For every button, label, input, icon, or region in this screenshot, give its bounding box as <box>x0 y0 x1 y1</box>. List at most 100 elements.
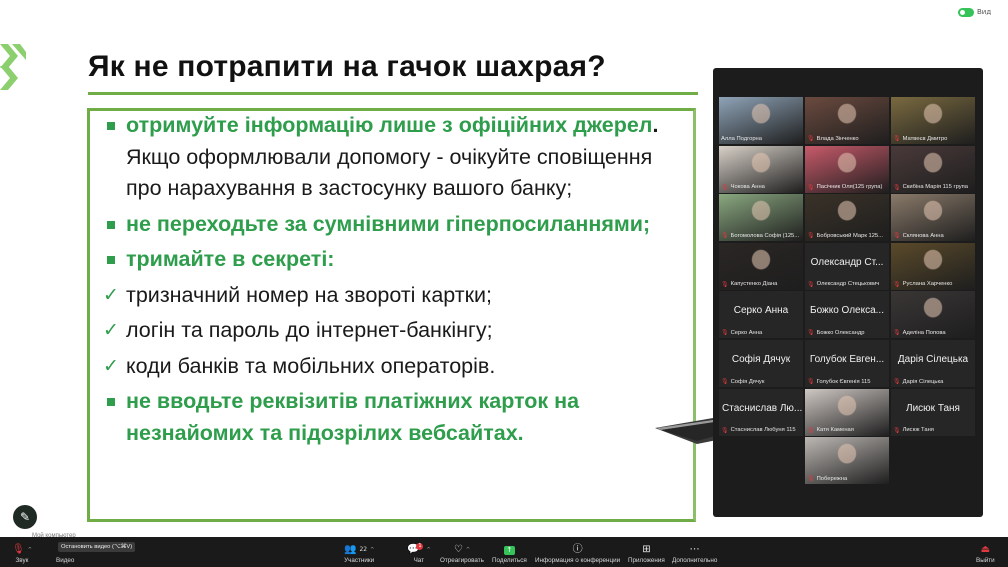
participant-tile[interactable]: 🎙 Аделіна Попова <box>891 291 975 339</box>
mic-muted-icon: 🎙 <box>893 378 901 385</box>
participant-display-name: Софія Дячук <box>731 354 791 365</box>
participant-name: Склянова Анна <box>902 232 944 239</box>
participant-tile[interactable]: Олександр Ст... 🎙 Олександр Стецькович <box>805 242 889 290</box>
participant-display-name: Стаснислав Лю... <box>722 402 803 414</box>
participant-tile[interactable]: Серко Анна 🎙 Серко Анна <box>719 291 803 339</box>
participant-tile[interactable]: Алла Подгорна <box>719 97 803 144</box>
participants-count: 22 <box>359 546 368 553</box>
participant-tile[interactable]: 🎙 Побережна <box>805 437 889 485</box>
avatar <box>914 197 952 232</box>
participant-name-label: 🎙 Пасічник Оля(125 група) <box>807 184 887 191</box>
participant-tile[interactable]: 🎙 Пасічник Оля(125 група) <box>805 145 889 193</box>
info-icon: ⓘ <box>572 544 583 555</box>
avatar <box>742 197 780 232</box>
participant-name-label: 🎙 Побережна <box>807 475 887 482</box>
chevron-up-icon[interactable]: ^ <box>370 544 374 556</box>
participant-display-name: Голубок Евген... <box>809 354 885 365</box>
participant-name: Дарія Сілецька <box>902 378 944 385</box>
participant-tile[interactable]: Софія Дячук 🎙 Софія Дячук <box>719 340 803 387</box>
mic-muted-icon: 🎙 <box>807 135 815 142</box>
react-button[interactable]: ♡ ^ Отреагировать <box>440 537 484 567</box>
more-button[interactable]: ⋯ Дополнительно <box>672 537 717 567</box>
avatar <box>914 100 952 134</box>
mic-muted-icon: 🎙 <box>893 280 901 288</box>
view-toggle[interactable]: Вид <box>958 7 991 17</box>
avatar <box>828 391 866 426</box>
bullet-text-run: не вводьте реквізитів платіжних карток н… <box>126 389 580 445</box>
participants-gallery: Алла Подгорна 🎙 Влада Зінченко 🎙 Матвеєв Дми… <box>713 68 983 517</box>
chat-button[interactable]: 💬 1 ^ Чат <box>407 537 431 567</box>
mic-muted-icon: 🎙 <box>721 378 729 385</box>
participant-tile[interactable]: 🎙 Богомолова Софія (125... <box>719 194 803 242</box>
avatar <box>742 100 780 134</box>
avatar <box>914 294 952 329</box>
participant-tile[interactable]: Дарія Сілецька 🎙 Дарія Сілецька <box>891 340 975 387</box>
more-icon: ⋯ <box>689 544 700 555</box>
participants-button[interactable]: 👥 22 ^ Участники <box>344 537 374 567</box>
mic-muted-icon: 🎙 <box>721 280 729 288</box>
participant-name: Олександр Стецькович <box>816 281 880 288</box>
participant-name-label: 🎙 Склянова Анна <box>893 232 973 239</box>
avatar <box>742 148 780 183</box>
chevron-up-icon[interactable]: ^ <box>426 544 430 556</box>
participant-tile[interactable]: Стаснислав Лю... 🎙 Стаснислав Любуня 115 <box>719 388 803 436</box>
stop-video-tooltip[interactable]: Остановить видео (⌥⌘V) <box>58 542 136 552</box>
mic-muted-icon: 🎙 <box>807 329 815 337</box>
mic-muted-icon: 🎙 <box>721 183 729 191</box>
meeting-toolbar: 🎙 ^ Звук Видео 👥 22 ^ Участники 💬 1 ^ Чат ♡ ^ … <box>0 537 1008 567</box>
participant-name-label: 🎙 Влада Зінченко <box>807 135 887 142</box>
exit-icon: ⏏ <box>980 544 991 555</box>
mic-muted-icon: 🎙 <box>893 183 901 191</box>
participant-tile[interactable]: 🎙 Влада Зінченко <box>805 97 889 144</box>
meeting-info-button[interactable]: ⓘ Информация о конференции <box>535 537 620 567</box>
participant-name: Пасічник Оля(125 група) <box>816 184 883 191</box>
status-pill-icon <box>958 7 974 17</box>
share-label: Поделиться <box>492 557 527 564</box>
participant-tile[interactable]: 🎙 Катя Каменая <box>805 388 889 436</box>
mic-muted-icon: 🎙 <box>721 232 729 240</box>
participant-name: Бобровський Марк 125... <box>816 232 883 239</box>
meeting-info-label: Информация о конференции <box>535 557 621 564</box>
participant-tile[interactable]: 🎙 Склянова Анна <box>891 194 975 242</box>
participant-name-label: 🎙 Руслана Харченко <box>893 281 973 288</box>
participant-name: Софія Дячук <box>730 378 765 385</box>
participant-tile[interactable]: 🎙 Чокова Анна <box>719 145 803 193</box>
participant-tile[interactable]: Голубок Евген... 🎙 Голубок Євгенія 115 <box>805 340 889 387</box>
avatar <box>914 245 952 280</box>
share-screen-icon: ↑ <box>503 545 515 555</box>
bullet-text-run: тримайте в секреті: <box>126 247 335 271</box>
participant-tile[interactable]: 🎙 Скибіна Марія 115 група <box>891 145 975 193</box>
check-bullet: ✓ тризначний номер на звороті картки; <box>96 280 692 312</box>
share-button[interactable]: ↑ Поделиться <box>492 537 527 567</box>
participant-name: Голубок Євгенія 115 <box>816 378 871 385</box>
chevron-up-icon[interactable]: ^ <box>28 544 32 556</box>
participant-tile[interactable]: 🎙 Капустенко Діана <box>719 242 803 290</box>
bullet-item: не вводьте реквізитів платіжних карток н… <box>96 386 692 449</box>
mic-label: Звук <box>15 557 29 564</box>
bullet-text-run: не переходьте за сумнівними гіперпосилан… <box>126 211 651 236</box>
mic-muted-icon: 🎙 <box>893 329 901 337</box>
square-bullet-icon <box>96 386 126 406</box>
mic-muted-icon: 🎙 <box>807 426 815 434</box>
participant-tile[interactable]: Божко Олекса... 🎙 Божко Олександр <box>805 291 889 339</box>
chat-badge: 1 <box>416 542 424 550</box>
more-label: Дополнительно <box>672 557 718 564</box>
participant-tile[interactable]: 🎙 Руслана Харченко <box>891 242 975 290</box>
participant-tile[interactable]: 🎙 Матвеєв Дмитро <box>891 97 975 144</box>
pen-icon[interactable]: ✎ <box>13 505 37 529</box>
participant-name-label: 🎙 Софія Дячук <box>721 378 801 385</box>
mic-button[interactable]: 🎙 ^ Звук <box>12 537 32 567</box>
participant-tile[interactable]: 🎙 Бобровський Марк 125... <box>805 194 889 242</box>
participant-display-name: Серко Анна <box>733 305 789 317</box>
chevron-up-icon[interactable]: ^ <box>466 544 470 556</box>
mic-muted-icon: 🎙 <box>807 475 815 483</box>
participant-name: Руслана Харченко <box>902 281 953 288</box>
participant-display-name: Божко Олекса... <box>810 305 884 317</box>
exit-button[interactable]: ⏏ Выйти <box>976 537 995 567</box>
participant-name-label: 🎙 Лисюк Таня <box>893 427 973 434</box>
slide-title: Як не потрапити на гачок шахрая? <box>88 50 606 83</box>
participant-tile[interactable]: Лисюк Таня 🎙 Лисюк Таня <box>891 388 975 436</box>
apps-button[interactable]: ⊞ Приложения <box>628 537 665 567</box>
participant-name-label: 🎙 Божко Олександр <box>807 329 887 336</box>
bullet-text: отримуйте інформацію лише з офіційних дж… <box>126 110 692 205</box>
